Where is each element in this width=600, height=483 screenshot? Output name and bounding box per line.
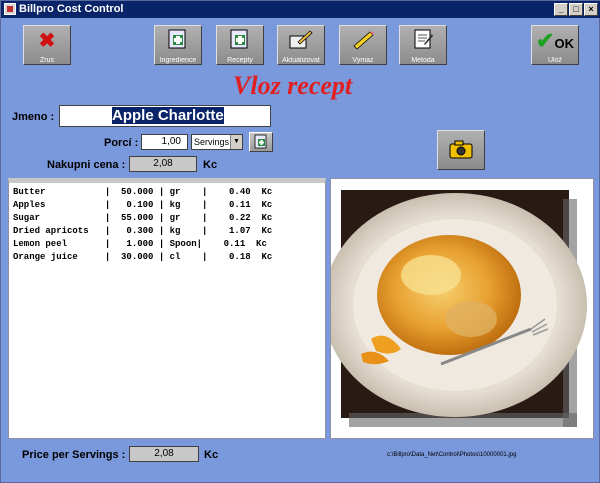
- list-item[interactable]: Butter | 50.000 | gr | 0.40 Kc: [13, 187, 272, 197]
- window-title: Billpro Cost Control: [19, 3, 124, 15]
- method-button[interactable]: Metoda: [399, 25, 447, 65]
- notepad-icon: [400, 28, 446, 57]
- method-button-label: Metoda: [411, 57, 435, 64]
- print-button[interactable]: Vymaz: [339, 25, 387, 65]
- ingredients-list[interactable]: Butter | 50.000 | gr | 0.40 Kc Apples | …: [8, 178, 326, 439]
- pencil-icon: [340, 28, 386, 57]
- purchase-price-label: Nakupni cena :: [47, 159, 126, 171]
- photo-path: c:\Billpro\Data_Net\Control\Photos\10000…: [387, 452, 517, 458]
- list-item[interactable]: Orange juice | 30.000 | cl | 0.18 Kc: [13, 252, 272, 262]
- purchase-currency: Kc: [203, 159, 218, 171]
- camera-icon: [449, 140, 473, 159]
- pencil-hand-icon: [278, 28, 324, 57]
- list-item[interactable]: Apples | 0.100 | kg | 0.11 Kc: [13, 200, 272, 210]
- cancel-button-label: Zrus: [40, 57, 54, 64]
- ok-button[interactable]: ✔OK Ulož: [531, 25, 579, 65]
- app-window: Billpro Cost Control _ □ × ✖ Zrus Ingred…: [0, 0, 600, 483]
- list-item[interactable]: Sugar | 55.000 | gr | 0.22 Kc: [13, 213, 272, 223]
- update-button-label: Aktualizovat: [282, 57, 320, 64]
- name-label: Jmeno :: [12, 111, 55, 123]
- recipes-button[interactable]: Recepty: [216, 25, 264, 65]
- price-currency: Kc: [204, 449, 219, 461]
- ok-button-label: Ulož: [547, 57, 562, 64]
- page-heading: Vloz recept: [233, 71, 353, 100]
- portions-label: Porcí :: [104, 137, 139, 149]
- green-check-icon: ✔OK: [536, 28, 574, 53]
- recipe-photo-panel: [323, 178, 594, 439]
- unit-select-value: Servings: [194, 137, 230, 147]
- purchase-price-field: 2,08: [129, 156, 197, 172]
- cancel-button[interactable]: ✖ Zrus: [23, 25, 71, 65]
- recipe-photo: [323, 190, 587, 427]
- add-portion-button[interactable]: [249, 132, 273, 152]
- price-per-serving-field: 2,08: [129, 446, 199, 462]
- list-item[interactable]: Lemon peel | 1.000 | Spoon| 0.11 Kc: [13, 239, 267, 249]
- add-document-icon: [217, 28, 263, 57]
- ingredients-button-label: Ingredience: [159, 57, 197, 64]
- add-document-icon: [155, 28, 201, 57]
- update-button[interactable]: Aktualizovat: [277, 25, 325, 65]
- photo-button[interactable]: [437, 130, 485, 170]
- ok-button-text: OK: [554, 36, 574, 51]
- maximize-button[interactable]: □: [569, 3, 583, 16]
- list-item[interactable]: Dried apricots | 0.300 | kg | 1.07 Kc: [13, 226, 272, 236]
- close-window-button[interactable]: ×: [584, 3, 598, 16]
- chevron-down-icon[interactable]: ▼: [230, 135, 242, 149]
- app-icon: [4, 3, 16, 15]
- title-bar: Billpro Cost Control _ □ ×: [1, 1, 600, 18]
- price-per-serving-label: Price per Servings :: [22, 449, 126, 461]
- add-document-icon: [254, 134, 267, 149]
- recipes-button-label: Recepty: [227, 57, 253, 64]
- name-field[interactable]: Apple Charlotte: [59, 105, 271, 127]
- ingredients-button[interactable]: Ingredience: [154, 25, 202, 65]
- unit-select[interactable]: Servings ▼: [191, 134, 243, 150]
- red-x-icon: ✖: [38, 30, 56, 52]
- name-value: Apple Charlotte: [112, 107, 224, 124]
- portions-field[interactable]: 1,00: [141, 134, 188, 150]
- minimize-button[interactable]: _: [554, 3, 568, 16]
- print-button-label: Vymaz: [352, 57, 374, 64]
